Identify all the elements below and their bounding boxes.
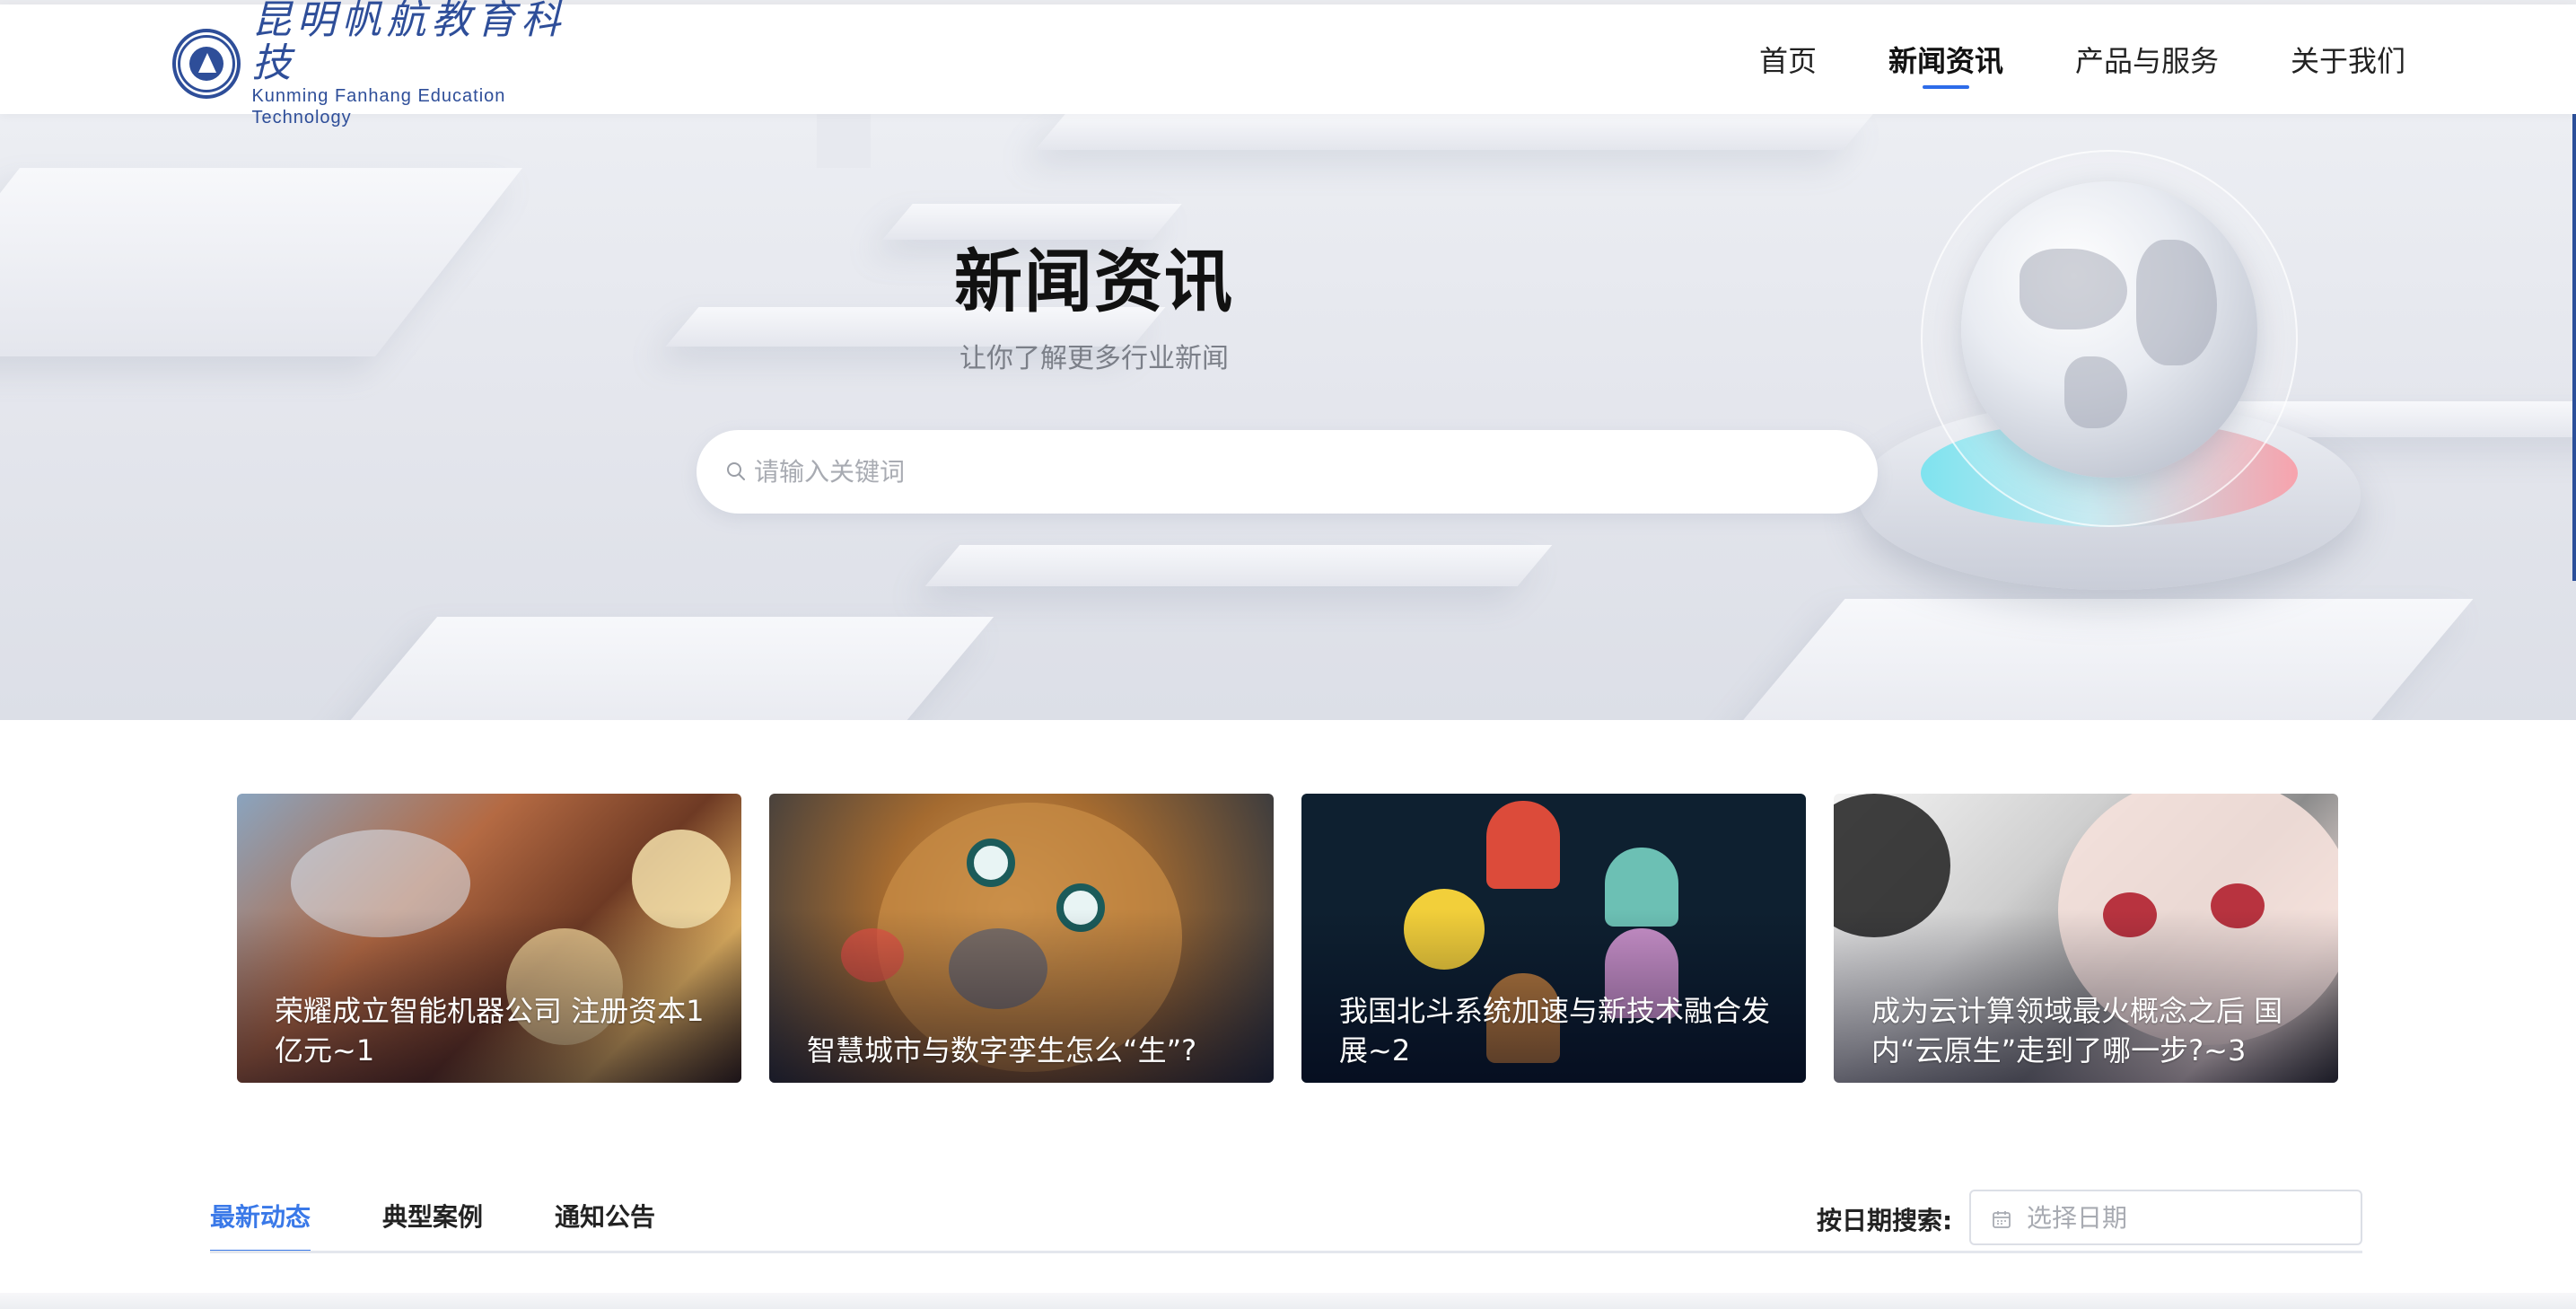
tab-latest[interactable]: 最新动态 [210,1185,311,1253]
news-card-title: 我国北斗系统加速与新技术融合发展~2 [1339,994,1771,1067]
news-card-title: 荣耀成立智能机器公司 注册资本1亿元~1 [275,994,705,1067]
news-card-title: 成为云计算领域最火概念之后 国内“云原生”走到了哪一步?~3 [1871,994,2283,1067]
decor-slab [1709,599,2474,720]
tab-cases[interactable]: 典型案例 [382,1185,483,1253]
search-input[interactable] [754,430,1831,514]
content-panel-edge [0,1293,2576,1309]
nav-item-news[interactable]: 新闻资讯 [1888,4,2003,114]
decor-slab [316,617,994,720]
nav-item-about[interactable]: 关于我们 [2291,4,2405,114]
logo-text: 昆明帆航教育科技 Kunming Fanhang Education Techn… [251,0,603,128]
news-card[interactable]: 智慧城市与数字孪生怎么“生”? [769,794,1274,1083]
news-card-title: 智慧城市与数字孪生怎么“生”? [807,1033,1197,1067]
hero-title-wrap: 新闻资讯 [0,226,2576,325]
search-bar[interactable] [697,430,1878,514]
featured-news-cards: 荣耀成立智能机器公司 注册资本1亿元~1 智慧城市与数字孪生怎么“生”? 我国北… [237,794,2338,1083]
page-title: 新闻资讯 [954,242,1234,321]
logo-chinese-name: 昆明帆航教育科技 [251,0,566,86]
site-header: 昆明帆航教育科技 Kunming Fanhang Education Techn… [0,0,2576,127]
date-input[interactable] [2027,1191,2350,1243]
nav-item-home[interactable]: 首页 [1759,4,1817,114]
logo-emblem-icon [172,29,241,99]
news-card[interactable]: 荣耀成立智能机器公司 注册资本1亿元~1 [237,794,741,1083]
tab-notices[interactable]: 通知公告 [555,1185,655,1253]
nav-item-products[interactable]: 产品与服务 [2075,4,2219,114]
hero-subtitle-wrap: 让你了解更多行业新闻 [0,336,2576,375]
news-category-tabs: 最新动态 典型案例 通知公告 [210,1185,727,1253]
logo-english-name: Kunming Fanhang Education Technology [251,86,506,127]
search-icon[interactable] [725,461,747,482]
decor-slab [924,545,1553,586]
page-subtitle: 让你了解更多行业新闻 [959,343,1229,374]
main-nav: 首页 新闻资讯 产品与服务 关于我们 [1687,4,2405,114]
decor-slab [1035,114,1873,150]
date-picker[interactable] [1969,1190,2362,1245]
site-logo[interactable]: 昆明帆航教育科技 Kunming Fanhang Education Techn… [172,0,603,127]
news-card[interactable]: 我国北斗系统加速与新技术融合发展~2 [1301,794,1806,1083]
hero-banner [0,114,2576,720]
news-card[interactable]: 成为云计算领域最火概念之后 国内“云原生”走到了哪一步?~3 [1834,794,2338,1083]
calendar-icon [1993,1211,2011,1228]
tabs-divider [210,1251,2362,1253]
date-filter-label: 按日期搜索: [1817,1206,1953,1235]
decor-pillar [817,114,871,168]
